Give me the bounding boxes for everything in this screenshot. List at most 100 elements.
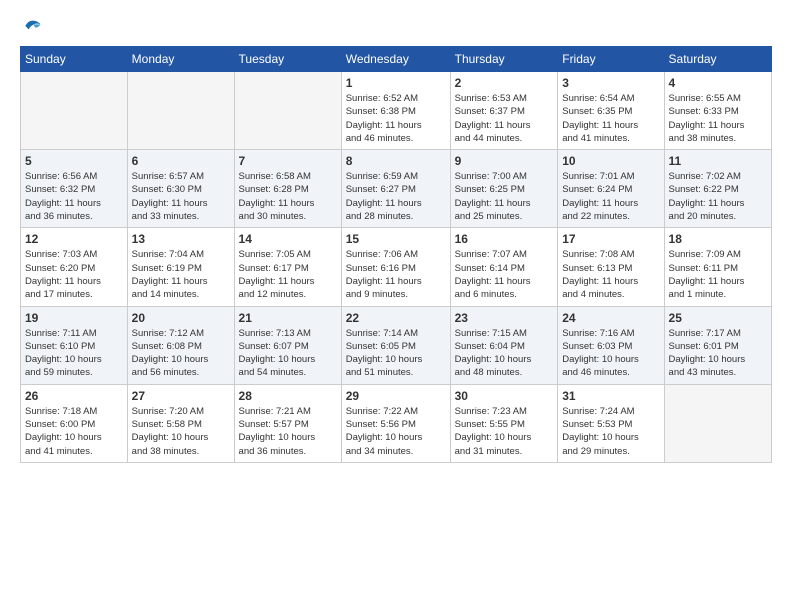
day-number: 8 xyxy=(346,154,446,168)
day-number: 9 xyxy=(455,154,554,168)
day-info: Sunrise: 6:54 AM Sunset: 6:35 PM Dayligh… xyxy=(562,92,659,145)
day-info: Sunrise: 6:56 AM Sunset: 6:32 PM Dayligh… xyxy=(25,170,123,223)
day-info: Sunrise: 6:55 AM Sunset: 6:33 PM Dayligh… xyxy=(669,92,767,145)
day-number: 16 xyxy=(455,232,554,246)
weekday-header-wednesday: Wednesday xyxy=(341,47,450,72)
calendar-cell: 12Sunrise: 7:03 AM Sunset: 6:20 PM Dayli… xyxy=(21,228,128,306)
calendar-week-row: 19 Sunrise: 7:11 AM Sunset: 6:10 PM Dayli… xyxy=(21,306,772,384)
day-info: Sunrise: 7:00 AM Sunset: 6:25 PM Dayligh… xyxy=(455,170,554,223)
day-info: Sunrise: 7:20 AM Sunset: 5:58 PM Dayligh… xyxy=(132,405,230,458)
calendar-cell: 19 Sunrise: 7:11 AM Sunset: 6:10 PM Dayli… xyxy=(21,306,128,384)
calendar-cell: 27 Sunrise: 7:20 AM Sunset: 5:58 PM Dayli… xyxy=(127,384,234,462)
day-info: Sunrise: 7:18 AM Sunset: 6:00 PM Dayligh… xyxy=(25,405,123,458)
day-number: 15 xyxy=(346,232,446,246)
day-number: 2 xyxy=(455,76,554,90)
calendar-cell: 30Sunrise: 7:23 AM Sunset: 5:55 PM Dayli… xyxy=(450,384,558,462)
day-info: Sunrise: 7:13 AM Sunset: 6:07 PM Dayligh… xyxy=(239,327,337,380)
calendar-week-row: 12Sunrise: 7:03 AM Sunset: 6:20 PM Dayli… xyxy=(21,228,772,306)
day-number: 1 xyxy=(346,76,446,90)
calendar-cell: 10Sunrise: 7:01 AM Sunset: 6:24 PM Dayli… xyxy=(558,150,664,228)
calendar-cell: 22 Sunrise: 7:14 AM Sunset: 6:05 PM Dayli… xyxy=(341,306,450,384)
day-number: 19 xyxy=(25,311,123,325)
day-number: 3 xyxy=(562,76,659,90)
weekday-header-tuesday: Tuesday xyxy=(234,47,341,72)
calendar-cell: 25 Sunrise: 7:17 AM Sunset: 6:01 PM Dayli… xyxy=(664,306,771,384)
calendar-cell: 9 Sunrise: 7:00 AM Sunset: 6:25 PM Daylig… xyxy=(450,150,558,228)
calendar-cell: 26 Sunrise: 7:18 AM Sunset: 6:00 PM Dayli… xyxy=(21,384,128,462)
day-info: Sunrise: 7:14 AM Sunset: 6:05 PM Dayligh… xyxy=(346,327,446,380)
calendar-cell: 5 Sunrise: 6:56 AM Sunset: 6:32 PM Daylig… xyxy=(21,150,128,228)
day-number: 18 xyxy=(669,232,767,246)
calendar-header-row: SundayMondayTuesdayWednesdayThursdayFrid… xyxy=(21,47,772,72)
day-info: Sunrise: 7:24 AM Sunset: 5:53 PM Dayligh… xyxy=(562,405,659,458)
day-number: 24 xyxy=(562,311,659,325)
calendar-cell: 21Sunrise: 7:13 AM Sunset: 6:07 PM Dayli… xyxy=(234,306,341,384)
day-info: Sunrise: 7:17 AM Sunset: 6:01 PM Dayligh… xyxy=(669,327,767,380)
day-number: 25 xyxy=(669,311,767,325)
day-number: 22 xyxy=(346,311,446,325)
calendar-cell xyxy=(664,384,771,462)
day-number: 11 xyxy=(669,154,767,168)
calendar-cell: 14 Sunrise: 7:05 AM Sunset: 6:17 PM Dayli… xyxy=(234,228,341,306)
calendar-cell: 3 Sunrise: 6:54 AM Sunset: 6:35 PM Daylig… xyxy=(558,72,664,150)
calendar-cell xyxy=(127,72,234,150)
logo-bird-icon xyxy=(22,16,42,36)
day-info: Sunrise: 6:52 AM Sunset: 6:38 PM Dayligh… xyxy=(346,92,446,145)
day-number: 5 xyxy=(25,154,123,168)
calendar-cell: 29 Sunrise: 7:22 AM Sunset: 5:56 PM Dayli… xyxy=(341,384,450,462)
day-info: Sunrise: 7:05 AM Sunset: 6:17 PM Dayligh… xyxy=(239,248,337,301)
calendar-cell: 8 Sunrise: 6:59 AM Sunset: 6:27 PM Daylig… xyxy=(341,150,450,228)
day-number: 14 xyxy=(239,232,337,246)
day-info: Sunrise: 7:08 AM Sunset: 6:13 PM Dayligh… xyxy=(562,248,659,301)
day-number: 27 xyxy=(132,389,230,403)
day-info: Sunrise: 6:58 AM Sunset: 6:28 PM Dayligh… xyxy=(239,170,337,223)
day-info: Sunrise: 7:21 AM Sunset: 5:57 PM Dayligh… xyxy=(239,405,337,458)
day-info: Sunrise: 7:16 AM Sunset: 6:03 PM Dayligh… xyxy=(562,327,659,380)
page: SundayMondayTuesdayWednesdayThursdayFrid… xyxy=(0,0,792,473)
logo xyxy=(20,16,42,36)
calendar-week-row: 5 Sunrise: 6:56 AM Sunset: 6:32 PM Daylig… xyxy=(21,150,772,228)
day-number: 20 xyxy=(132,311,230,325)
calendar-cell: 13 Sunrise: 7:04 AM Sunset: 6:19 PM Dayli… xyxy=(127,228,234,306)
day-number: 4 xyxy=(669,76,767,90)
header xyxy=(20,16,772,36)
day-number: 30 xyxy=(455,389,554,403)
calendar-cell: 11Sunrise: 7:02 AM Sunset: 6:22 PM Dayli… xyxy=(664,150,771,228)
day-info: Sunrise: 7:06 AM Sunset: 6:16 PM Dayligh… xyxy=(346,248,446,301)
day-info: Sunrise: 7:11 AM Sunset: 6:10 PM Dayligh… xyxy=(25,327,123,380)
calendar-cell: 20 Sunrise: 7:12 AM Sunset: 6:08 PM Dayli… xyxy=(127,306,234,384)
day-info: Sunrise: 7:22 AM Sunset: 5:56 PM Dayligh… xyxy=(346,405,446,458)
day-number: 17 xyxy=(562,232,659,246)
calendar-cell: 1 Sunrise: 6:52 AM Sunset: 6:38 PM Daylig… xyxy=(341,72,450,150)
day-number: 29 xyxy=(346,389,446,403)
day-number: 13 xyxy=(132,232,230,246)
day-info: Sunrise: 7:15 AM Sunset: 6:04 PM Dayligh… xyxy=(455,327,554,380)
calendar-cell: 7 Sunrise: 6:58 AM Sunset: 6:28 PM Daylig… xyxy=(234,150,341,228)
calendar-cell: 24 Sunrise: 7:16 AM Sunset: 6:03 PM Dayli… xyxy=(558,306,664,384)
calendar-cell: 4 Sunrise: 6:55 AM Sunset: 6:33 PM Daylig… xyxy=(664,72,771,150)
weekday-header-thursday: Thursday xyxy=(450,47,558,72)
day-info: Sunrise: 7:09 AM Sunset: 6:11 PM Dayligh… xyxy=(669,248,767,301)
calendar-cell: 18 Sunrise: 7:09 AM Sunset: 6:11 PM Dayli… xyxy=(664,228,771,306)
day-number: 12 xyxy=(25,232,123,246)
day-info: Sunrise: 6:59 AM Sunset: 6:27 PM Dayligh… xyxy=(346,170,446,223)
weekday-header-friday: Friday xyxy=(558,47,664,72)
calendar-cell: 16 Sunrise: 7:07 AM Sunset: 6:14 PM Dayli… xyxy=(450,228,558,306)
calendar-cell: 6Sunrise: 6:57 AM Sunset: 6:30 PM Daylig… xyxy=(127,150,234,228)
calendar-cell: 23Sunrise: 7:15 AM Sunset: 6:04 PM Dayli… xyxy=(450,306,558,384)
day-info: Sunrise: 6:57 AM Sunset: 6:30 PM Dayligh… xyxy=(132,170,230,223)
calendar-week-row: 26 Sunrise: 7:18 AM Sunset: 6:00 PM Dayli… xyxy=(21,384,772,462)
day-info: Sunrise: 7:12 AM Sunset: 6:08 PM Dayligh… xyxy=(132,327,230,380)
weekday-header-monday: Monday xyxy=(127,47,234,72)
weekday-header-saturday: Saturday xyxy=(664,47,771,72)
day-info: Sunrise: 7:07 AM Sunset: 6:14 PM Dayligh… xyxy=(455,248,554,301)
day-number: 7 xyxy=(239,154,337,168)
day-number: 26 xyxy=(25,389,123,403)
calendar-cell xyxy=(234,72,341,150)
calendar-table: SundayMondayTuesdayWednesdayThursdayFrid… xyxy=(20,46,772,463)
day-info: Sunrise: 6:53 AM Sunset: 6:37 PM Dayligh… xyxy=(455,92,554,145)
day-info: Sunrise: 7:04 AM Sunset: 6:19 PM Dayligh… xyxy=(132,248,230,301)
calendar-cell: 28Sunrise: 7:21 AM Sunset: 5:57 PM Dayli… xyxy=(234,384,341,462)
calendar-week-row: 1 Sunrise: 6:52 AM Sunset: 6:38 PM Daylig… xyxy=(21,72,772,150)
day-number: 10 xyxy=(562,154,659,168)
